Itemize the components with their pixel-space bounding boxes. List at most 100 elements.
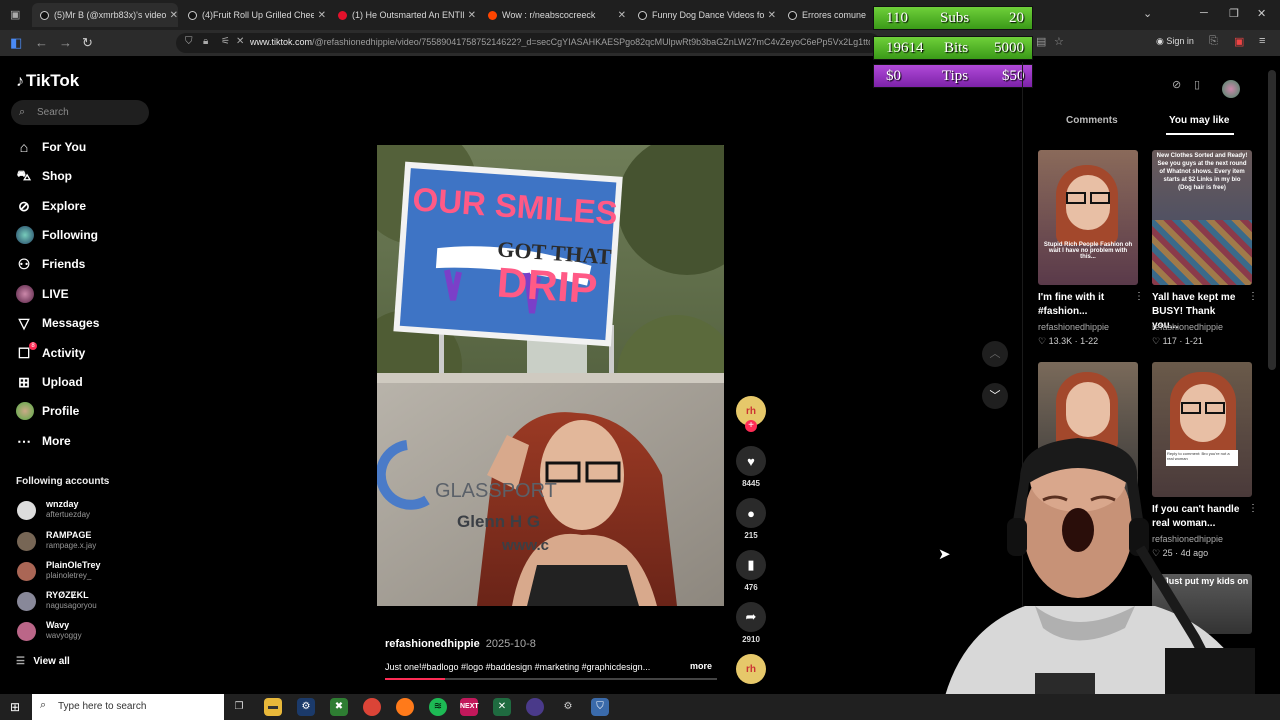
streaming-app-icon[interactable]: NEXT <box>460 698 479 716</box>
taskbar-search-input[interactable]: ⌕ Type here to search <box>32 694 224 720</box>
extension-badge-icon[interactable]: ▣ <box>1234 35 1244 48</box>
tips-goal-overlay: $0 Tips $50 <box>873 64 1033 88</box>
video-player[interactable]: OUR SMILES GOT THAT DRIP GLASSPORT Glenn… <box>377 145 724 606</box>
menu-icon[interactable]: ≡ <box>1259 35 1265 47</box>
search-input[interactable]: ⌕ Search <box>11 100 149 125</box>
sign-in-button[interactable]: ◉ Sign in <box>1156 36 1194 47</box>
save-count: 476 <box>744 583 758 592</box>
back-icon[interactable]: ← <box>35 35 48 50</box>
bookmark-star-icon[interactable]: ☆ <box>1054 35 1064 48</box>
following-avatar <box>16 226 34 244</box>
nav-item-profile[interactable]: Profile <box>16 400 79 422</box>
xbox-icon[interactable]: ✖ <box>330 698 348 716</box>
url-field[interactable]: ⛉ 🔒︎ ⚟ ✕ www.tiktok.com/@refashionedhipp… <box>176 33 880 53</box>
user-avatar[interactable] <box>1222 80 1240 98</box>
file-explorer-icon[interactable]: ▬ <box>264 698 282 716</box>
spotify-icon[interactable]: ≋ <box>429 698 447 716</box>
translate-icon[interactable]: ▤ <box>1036 35 1046 48</box>
nav-item-live[interactable]: LIVE <box>16 283 69 305</box>
nav-item-following[interactable]: Following <box>16 224 98 246</box>
tab-comments[interactable]: Comments <box>1066 115 1118 126</box>
device-icon[interactable]: ▯ <box>1194 78 1200 91</box>
sidebar-toggle-icon[interactable]: ◧ <box>10 35 22 51</box>
tab-list-chevron-icon[interactable]: ⌄ <box>1143 7 1152 20</box>
chrome-icon[interactable] <box>363 698 381 716</box>
task-view-icon[interactable]: ❐ <box>230 698 248 716</box>
firefox-icon[interactable] <box>396 698 414 716</box>
view-all-button[interactable]: ☰ View all <box>16 656 70 667</box>
share-button[interactable]: ➦ 2910 <box>735 602 767 644</box>
video-caption: Just one!#badlogo #logo #baddesign #mark… <box>385 662 651 672</box>
browser-tab[interactable]: (1) He Outsmarted An ENTIRE C✕ <box>330 3 476 27</box>
reload-icon[interactable]: ↻ <box>82 35 93 51</box>
recommended-video-card[interactable]: New Clothes Sorted and Ready! See you gu… <box>1152 150 1258 346</box>
streamer-webcam <box>925 438 1280 696</box>
mouse-cursor-icon: ➤ <box>938 546 951 563</box>
video-progress-bar[interactable] <box>385 678 717 680</box>
tab-actions-icon[interactable]: ▣ <box>10 8 20 21</box>
steam-icon[interactable]: ⚙ <box>297 698 315 716</box>
browser-tab[interactable]: Funny Dog Dance Videos for a ✕ <box>630 3 776 27</box>
minimize-icon[interactable]: ─ <box>1200 7 1208 19</box>
shield-app-icon[interactable]: ⛉ <box>591 698 609 716</box>
excel-icon[interactable]: ✕ <box>493 698 511 716</box>
settings-gear-icon[interactable]: ⚙ <box>559 698 577 716</box>
browser-tab[interactable]: (5)Mr B (@xmrb83x)'s videos w✕ <box>32 3 178 27</box>
tiktok-logo[interactable]: ♪ TikTok <box>16 71 79 91</box>
extensions-icon[interactable]: ⎘ <box>1209 35 1218 48</box>
close-tab-icon[interactable]: ✕ <box>468 10 476 21</box>
windows-start-icon[interactable]: ⊞ <box>6 698 24 716</box>
video-frame: OUR SMILES GOT THAT DRIP GLASSPORT Glenn… <box>377 145 724 606</box>
close-window-icon[interactable]: ✕ <box>1257 7 1266 20</box>
discord-icon[interactable] <box>526 698 544 716</box>
youtube-favicon-icon <box>338 10 347 20</box>
windows-taskbar: ⊞ ⌕ Type here to search ❐ ▬ ⚙ ✖ ≋ NEXT ✕… <box>0 694 1280 720</box>
nav-item-for-you[interactable]: ⌂ For You <box>16 136 86 158</box>
follow-plus-icon[interactable]: + <box>745 420 757 432</box>
nav-item-explore[interactable]: ⊘ Explore <box>16 195 86 217</box>
previous-video-button[interactable]: ︿ <box>982 341 1008 367</box>
live-avatar <box>16 285 34 303</box>
close-tab-icon[interactable]: ✕ <box>768 10 776 21</box>
tab-you-may-like[interactable]: You may like <box>1169 115 1229 126</box>
nav-item-upload[interactable]: ⊞ Upload <box>16 371 83 393</box>
share-count: 2910 <box>742 635 760 644</box>
nav-item-activity[interactable]: ☐ Activity <box>16 342 86 364</box>
avatar <box>17 532 36 551</box>
coin-icon[interactable]: ⊘ <box>1172 78 1181 91</box>
browser-tab[interactable]: Wow : r/neabscocreeck ✕ <box>480 3 626 27</box>
next-video-button[interactable]: ﹀ <box>982 383 1008 409</box>
browser-tab[interactable]: (4)Fruit Roll Up Grilled Cheese S✕ <box>180 3 326 27</box>
nav-item-friends[interactable]: ⚇ Friends <box>16 253 86 275</box>
caption-more-button[interactable]: more <box>690 661 712 671</box>
comment-button[interactable]: ● 215 <box>735 498 767 540</box>
recommended-video-card[interactable]: Stupid Rich People Fashion oh wait I hav… <box>1038 150 1144 346</box>
lock-icon[interactable]: 🔒︎ <box>203 36 208 47</box>
more-options-icon[interactable]: ⋮ <box>1134 291 1144 302</box>
save-button[interactable]: ▮ 476 <box>735 550 767 592</box>
music-disc-button[interactable]: rh <box>735 654 767 684</box>
shield-icon[interactable]: ⛉ <box>185 36 193 47</box>
permissions-icon[interactable]: ⚟ <box>221 36 230 47</box>
reddit-favicon-icon <box>488 10 497 20</box>
nav-item-more[interactable]: ⋯ More <box>16 430 71 452</box>
nav-item-shop[interactable]: ⛍ Shop <box>16 165 72 187</box>
browser-tab[interactable]: Errores comune <box>782 3 872 27</box>
bookmark-icon: ▮ <box>736 550 766 580</box>
close-tab-icon[interactable]: ✕ <box>170 10 178 21</box>
nav-item-messages[interactable]: ▽ Messages <box>16 312 100 334</box>
webcam-frame <box>945 438 1255 696</box>
close-tab-icon[interactable]: ✕ <box>618 10 626 21</box>
browser-tab-bar: ▣ (5)Mr B (@xmrb83x)'s videos w✕ (4)Frui… <box>0 0 1280 30</box>
video-author[interactable]: refashionedhippie 2025-10-8 <box>385 638 536 650</box>
page-scrollbar[interactable] <box>1268 70 1276 370</box>
maximize-icon[interactable]: ❐ <box>1229 7 1239 20</box>
monument-text-line2: Glenn H G <box>457 512 540 531</box>
search-icon: ⌕ <box>40 699 47 711</box>
more-options-icon[interactable]: ⋮ <box>1248 291 1258 302</box>
close-icon[interactable]: ✕ <box>236 36 244 47</box>
close-tab-icon[interactable]: ✕ <box>318 10 326 21</box>
creator-avatar-button[interactable]: rh + <box>735 396 767 432</box>
forward-icon[interactable]: → <box>59 35 72 50</box>
like-button[interactable]: ♥ 8445 <box>735 446 767 488</box>
